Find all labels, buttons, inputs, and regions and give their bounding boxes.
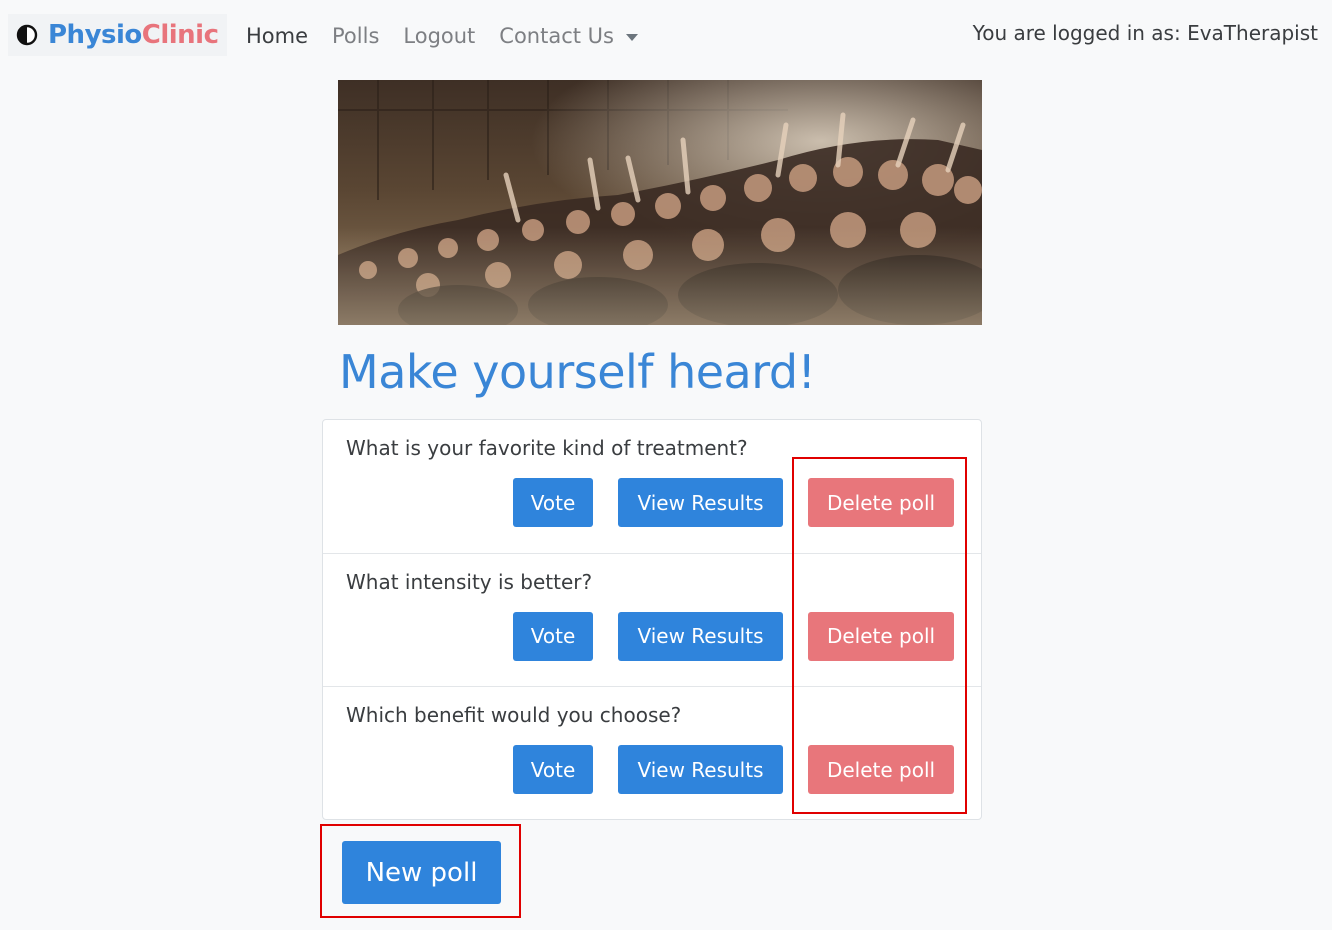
chevron-down-icon	[626, 33, 638, 41]
vote-button[interactable]: Vote	[513, 611, 593, 661]
vote-button[interactable]: Vote	[513, 478, 593, 527]
brand-logo[interactable]: PhysioClinic	[8, 14, 227, 56]
brand-name-clinic: Clinic	[141, 20, 219, 50]
new-poll-button[interactable]: New poll	[342, 841, 501, 904]
brand-name-physio: Physio	[48, 20, 142, 50]
hero-image	[338, 80, 982, 325]
nav-logout-link[interactable]: Logout	[391, 24, 487, 48]
poll-item: Which benefit would you choose? Vote Vie…	[323, 687, 981, 821]
vote-button[interactable]: Vote	[513, 745, 593, 794]
delete-poll-button[interactable]: Delete poll	[808, 611, 954, 661]
view-results-button[interactable]: View Results	[618, 478, 783, 527]
nav-contact-label: Contact Us	[499, 24, 614, 48]
user-status-text: You are logged in as: EvaTherapist	[972, 21, 1318, 45]
brand-name: PhysioClinic	[48, 20, 219, 50]
poll-list: What is your favorite kind of treatment?…	[322, 419, 982, 820]
delete-poll-button[interactable]: Delete poll	[808, 745, 954, 794]
view-results-button[interactable]: View Results	[618, 611, 783, 661]
nav-menu: Home Polls Logout Contact Us	[234, 0, 650, 72]
nav-contact-dropdown[interactable]: Contact Us	[487, 24, 650, 48]
poll-question: What is your favorite kind of treatment?	[346, 436, 748, 460]
navbar: PhysioClinic Home Polls Logout Contact U…	[0, 0, 1332, 72]
poll-item: What is your favorite kind of treatment?…	[323, 420, 981, 554]
nav-polls-link[interactable]: Polls	[320, 24, 391, 48]
poll-question: Which benefit would you choose?	[346, 703, 682, 727]
nav-home-link[interactable]: Home	[234, 24, 320, 48]
poll-item: What intensity is better? Vote View Resu…	[323, 554, 981, 687]
view-results-button[interactable]: View Results	[618, 745, 783, 794]
poll-question: What intensity is better?	[346, 569, 593, 594]
delete-poll-button[interactable]: Delete poll	[808, 478, 954, 527]
page-title: Make yourself heard!	[339, 345, 816, 399]
contrast-icon	[16, 24, 38, 46]
